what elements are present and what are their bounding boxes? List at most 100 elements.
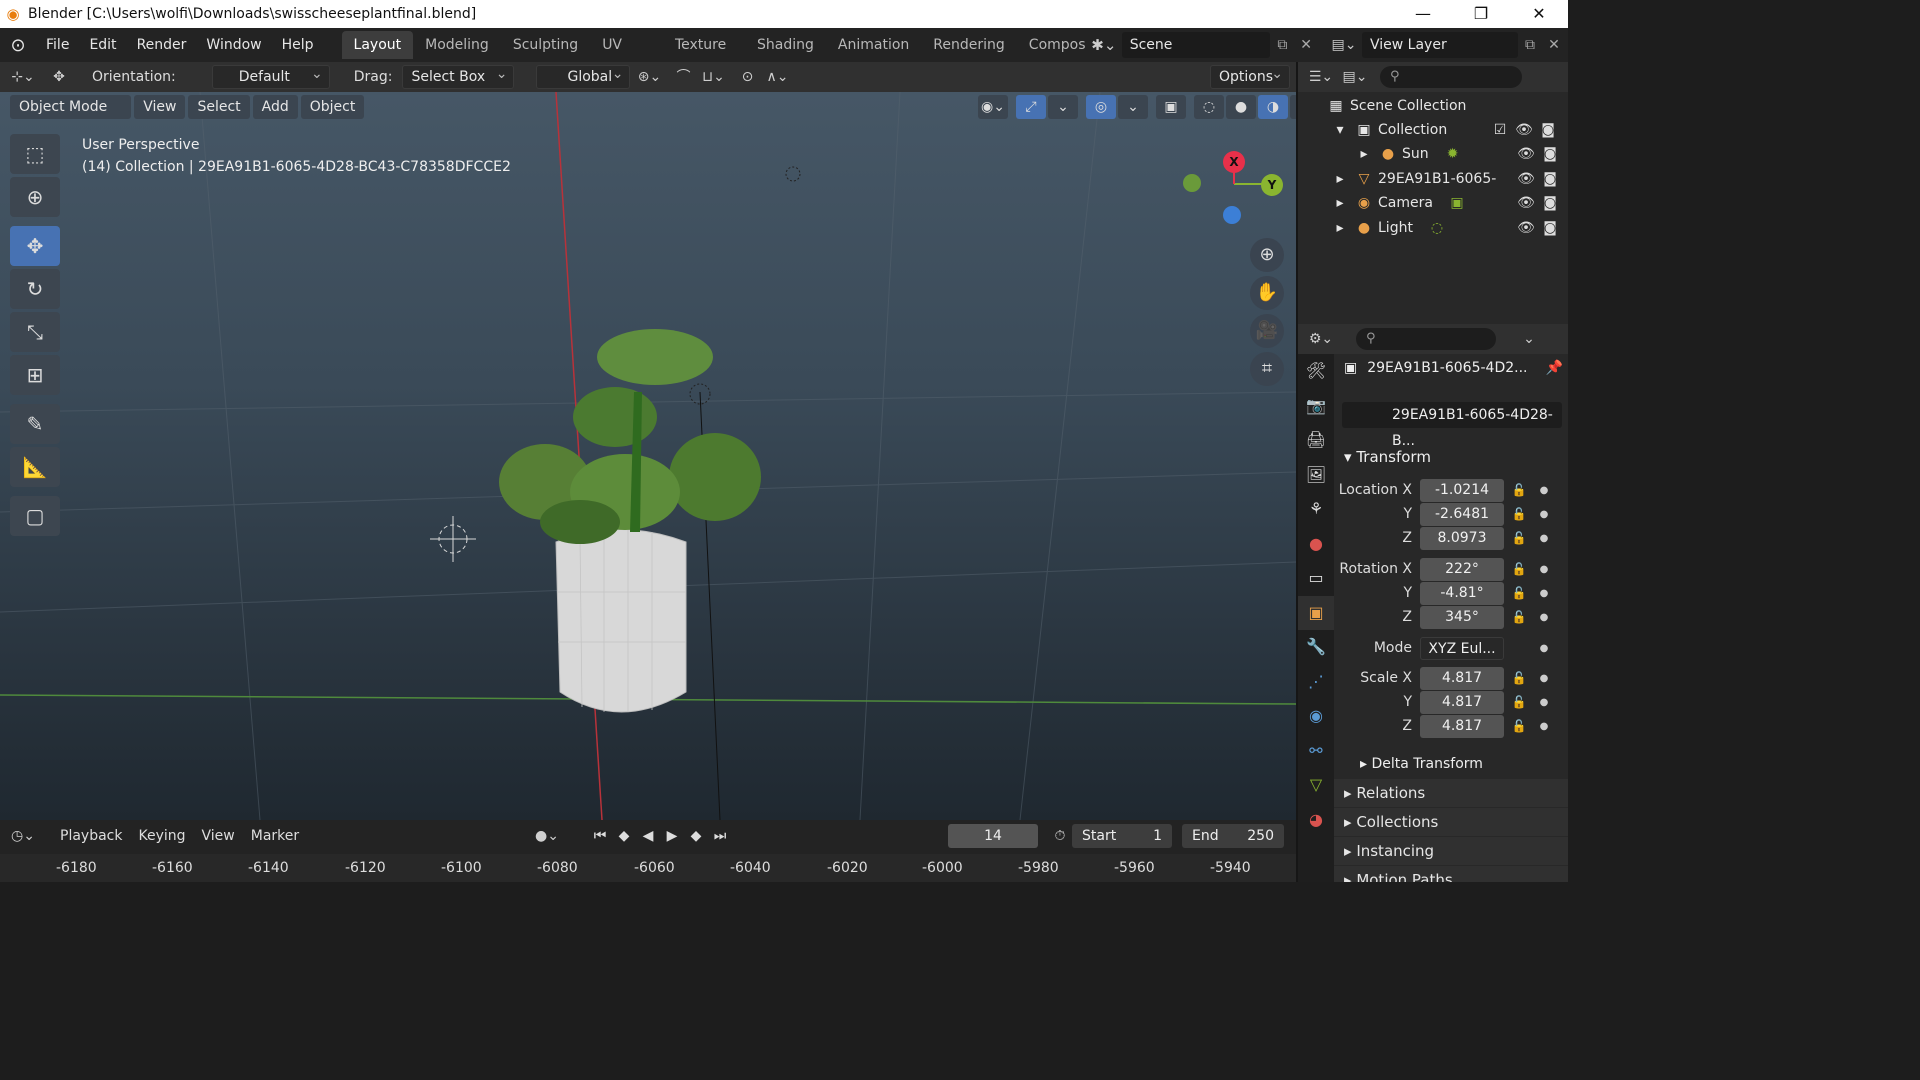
outliner-search-input[interactable]: ⚲ [1380, 66, 1522, 88]
rotation-y-field[interactable]: -4.81° [1420, 581, 1504, 605]
snap-toggle-icon[interactable]: ⌒ [670, 65, 696, 89]
timeline-editor-type-icon[interactable]: ◷⌄ [10, 824, 36, 848]
jump-end-icon[interactable]: ⏭ [708, 824, 732, 848]
particles-tab-icon[interactable]: ⋰ [1298, 665, 1334, 700]
blender-menu-icon[interactable]: ⊙ [0, 35, 36, 56]
restore-button[interactable]: ❐ [1452, 0, 1510, 28]
keyframe-dot-icon[interactable]: ● [1534, 564, 1554, 575]
keyframe-dot-icon[interactable]: ● [1534, 697, 1554, 708]
keyframe-dot-icon[interactable]: ● [1534, 673, 1554, 684]
stopwatch-icon[interactable]: ⏱ [1047, 824, 1073, 848]
zoom-icon[interactable]: ⊕ [1250, 238, 1284, 272]
scale-x-field[interactable]: 4.817 [1420, 666, 1504, 690]
properties-search-input[interactable]: ⚲ [1356, 328, 1496, 350]
solid-shading-icon[interactable]: ● [1226, 95, 1256, 119]
scene-name-field[interactable]: Scene [1121, 32, 1271, 58]
orientation-dropdown[interactable]: Default [211, 63, 330, 89]
overlay-toggle-icon[interactable]: ◎ [1086, 95, 1116, 119]
xray-toggle-icon[interactable]: ▣ [1156, 95, 1186, 119]
menu-edit[interactable]: Edit [79, 28, 126, 62]
properties-options-icon[interactable]: ⌄ [1516, 327, 1542, 351]
rotation-x-field[interactable]: 222° [1420, 557, 1504, 581]
pin-icon[interactable]: 📌 [1545, 360, 1562, 376]
transform-panel-header[interactable]: ▾ Transform [1334, 444, 1568, 470]
outliner-item-sun[interactable]: ▸ ● Sun ✹ [1354, 142, 1467, 166]
material-tab-icon[interactable]: ◕ [1298, 803, 1334, 838]
remove-scene-icon[interactable]: ✕ [1294, 37, 1318, 53]
overlay-menu-icon[interactable]: ⌄ [1118, 95, 1148, 119]
eye-icon[interactable]: 👁 [1512, 118, 1536, 142]
lock-icon[interactable]: 🔓 [1504, 562, 1534, 576]
transform-tool-icon[interactable]: ⊞ [10, 355, 60, 395]
select-box-tool-icon[interactable]: ⬚ [10, 134, 60, 174]
lock-icon[interactable]: 🔓 [1504, 695, 1534, 709]
cursor-tool-icon[interactable]: ⊕ [10, 177, 60, 217]
physics-tab-icon[interactable]: ◉ [1298, 699, 1334, 734]
new-scene-icon[interactable]: ⧉ [1270, 37, 1294, 53]
rotation-mode-dropdown[interactable]: XYZ Eul... [1420, 636, 1504, 660]
neg-z-axis-gizmo-button[interactable] [1223, 206, 1241, 224]
eye-icon[interactable]: 👁 [1514, 191, 1538, 215]
keyframe-dot-icon[interactable]: ● [1534, 643, 1554, 654]
collection-tab-icon[interactable]: ▭ [1298, 561, 1334, 596]
relations-panel-header[interactable]: ▸ Relations [1334, 779, 1568, 807]
annotate-tool-icon[interactable]: ✎ [10, 404, 60, 444]
scene-icon[interactable]: ✱⌄ [1086, 36, 1122, 54]
motion-paths-panel-header[interactable]: ▸ Motion Paths [1334, 866, 1568, 882]
eye-icon[interactable]: 👁 [1514, 167, 1538, 191]
menu-help[interactable]: Help [272, 28, 324, 62]
timeline-menu-marker[interactable]: Marker [243, 828, 307, 844]
lock-icon[interactable]: 🔓 [1504, 507, 1534, 521]
current-frame-field[interactable]: 14 [948, 824, 1038, 848]
record-icon[interactable]: ●⌄ [534, 824, 560, 848]
timeline-menu-keying[interactable]: Keying [130, 828, 193, 844]
tool-tab-icon[interactable]: 🛠 [1298, 354, 1334, 389]
eye-icon[interactable]: 👁 [1514, 142, 1538, 166]
eye-icon[interactable]: 👁 [1514, 216, 1538, 240]
viewport-menu-view[interactable]: View [134, 95, 186, 119]
object-mode-dropdown[interactable]: Object Mode [10, 95, 132, 119]
outliner-item-mesh[interactable]: ▸ ▽ 29EA91B1-6065- [1330, 167, 1496, 191]
data-tab-icon[interactable]: ▽ [1298, 768, 1334, 803]
menu-render[interactable]: Render [127, 28, 197, 62]
render-camera-icon[interactable]: ◙ [1538, 142, 1562, 166]
object-tab-icon[interactable]: ▣ [1298, 595, 1334, 630]
render-camera-icon[interactable]: ◙ [1536, 118, 1560, 142]
scene-tab-icon[interactable]: ⚘ [1298, 492, 1334, 527]
tab-rendering[interactable]: Rendering [921, 31, 1017, 59]
neg-y-axis-gizmo-button[interactable] [1183, 174, 1201, 192]
render-camera-icon[interactable]: ◙ [1538, 216, 1562, 240]
scale-tool-icon[interactable]: ⤡ [10, 312, 60, 352]
material-shading-icon[interactable]: ◑ [1258, 95, 1288, 119]
keyframe-dot-icon[interactable]: ● [1534, 533, 1554, 544]
move-tool-button-icon[interactable]: ✥ [10, 226, 60, 266]
view-layer-tab-icon[interactable]: 🖼 [1298, 458, 1334, 493]
editor-type-icon[interactable]: ⊹⌄ [10, 65, 36, 89]
navigation-gizmo[interactable]: X Y [1180, 144, 1290, 234]
display-mode-icon[interactable]: ▤⌄ [1342, 65, 1368, 89]
lock-icon[interactable]: 🔓 [1504, 671, 1534, 685]
y-axis-gizmo-button[interactable]: Y [1261, 174, 1283, 196]
lock-icon[interactable]: 🔓 [1504, 586, 1534, 600]
timeline-menu-view[interactable]: View [194, 828, 243, 844]
jump-start-icon[interactable]: ⏮ [588, 824, 612, 848]
rotate-tool-icon[interactable]: ↻ [10, 269, 60, 309]
render-tab-icon[interactable]: 📷 [1298, 389, 1334, 424]
remove-view-layer-icon[interactable]: ✕ [1542, 37, 1566, 53]
expand-arrow-icon[interactable]: ▸ [1354, 142, 1374, 166]
drag-dropdown[interactable]: Select Box [402, 63, 515, 89]
lock-icon[interactable]: 🔓 [1504, 531, 1534, 545]
outliner-item-light[interactable]: ▸ ● Light ◌ [1330, 216, 1451, 240]
3d-viewport[interactable]: Object Mode View Select Add Object ◉⌄ ⤢ … [0, 92, 1296, 820]
properties-editor-type-icon[interactable]: ⚙⌄ [1308, 327, 1334, 351]
next-keyframe-icon[interactable]: ◆ [684, 824, 708, 848]
tab-uv-editing[interactable]: UV Editing [590, 31, 663, 59]
wireframe-shading-icon[interactable]: ◌ [1194, 95, 1224, 119]
close-button[interactable]: ✕ [1510, 0, 1568, 28]
expand-arrow-icon[interactable]: ▸ [1330, 216, 1350, 240]
constraints-tab-icon[interactable]: ⚯ [1298, 734, 1334, 769]
camera-view-icon[interactable]: 🎥 [1250, 314, 1284, 348]
outliner-editor-type-icon[interactable]: ☰⌄ [1308, 65, 1334, 89]
pan-hand-icon[interactable]: ✋ [1250, 276, 1284, 310]
instancing-panel-header[interactable]: ▸ Instancing [1334, 837, 1568, 865]
